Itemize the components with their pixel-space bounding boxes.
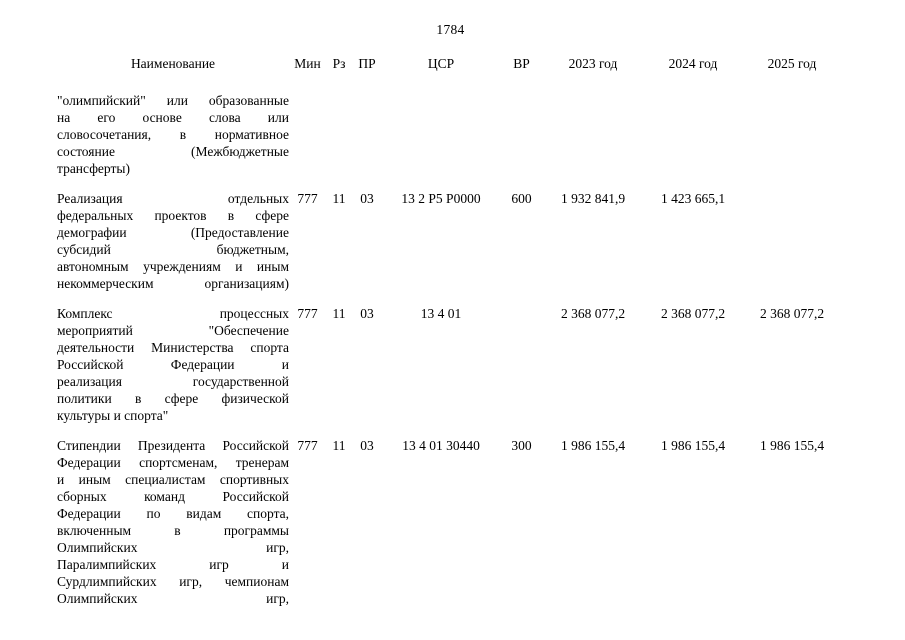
cell-min: 777: [297, 438, 318, 453]
cell-year-2025: [743, 190, 841, 292]
name-text-block: Реализация отдельных федеральных проектов…: [57, 190, 289, 292]
cell-rz: 11: [332, 306, 346, 321]
page-number: 1784: [0, 22, 905, 38]
cell-pr: 03: [360, 191, 374, 206]
name-text-line: Комплекс процессных: [57, 306, 289, 321]
cell-year-2023: 2 368 077,2: [560, 306, 626, 321]
name-text-line: мероприятий "Обеспечение: [57, 323, 289, 338]
cell-name: Комплекс процессных мероприятий "Обеспече…: [57, 305, 289, 424]
column-header-csr: ЦСР: [427, 56, 455, 71]
name-text-block: Стипендии Президента Российской Федерации…: [57, 437, 289, 607]
column-header-name: Наименование: [130, 56, 216, 71]
table-row: Стипендии Президента Российской Федерации…: [57, 437, 841, 607]
name-text-line: сборных команд Российской: [57, 489, 289, 504]
cell-min: [289, 92, 326, 177]
name-text-block: Комплекс процессных мероприятий "Обеспече…: [57, 305, 289, 424]
cell-year-2024: 2 368 077,2: [660, 306, 726, 321]
column-header-min: Мин: [294, 56, 321, 71]
column-header-pr: ПР: [358, 56, 376, 71]
name-text-line: и иным специалистам спортивных: [57, 472, 289, 487]
name-text-line: словосочетания, в нормативное: [57, 127, 289, 142]
document-page: 1784 Наименование Мин Рз ПР ЦСР ВР 2023 …: [0, 0, 905, 640]
cell-vr: 600: [511, 191, 532, 206]
name-text-line: Федерации спортсменам, тренерам: [57, 455, 289, 470]
name-text-line: некоммерческим организациям): [57, 276, 289, 291]
name-text-line: демографии (Предоставление: [57, 225, 289, 240]
cell-rz: 11: [332, 191, 346, 206]
row-spacer: [57, 292, 841, 305]
table-row: Реализация отдельных федеральных проектов…: [57, 190, 841, 292]
cell-year-2024: 1 986 155,4: [660, 438, 726, 453]
name-text-line: Сурдлимпийских игр, чемпионам: [57, 574, 289, 589]
row-spacer-cell: [57, 292, 841, 305]
cell-year-2024: [643, 92, 743, 177]
cell-rz: [326, 92, 352, 177]
name-text-line: Российской Федерации и: [57, 357, 289, 372]
column-header-year-2023: 2023 год: [568, 56, 618, 71]
page-number-value: 1784: [436, 22, 465, 37]
name-text-line: Олимпийских игр,: [57, 540, 289, 555]
cell-vr: 300: [511, 438, 532, 453]
name-text-line: реализация государственной: [57, 374, 289, 389]
name-text-line: Паралимпийских игр и: [57, 557, 289, 572]
cell-name: "олимпийский" или образованные на его осн…: [57, 92, 289, 177]
cell-name: Реализация отдельных федеральных проектов…: [57, 190, 289, 292]
name-text-line: Реализация отдельных: [57, 191, 289, 206]
cell-csr: 13 2 Р5 Р0000: [401, 191, 481, 206]
row-spacer: [57, 177, 841, 190]
column-header-rz: Рз: [332, 56, 346, 71]
row-spacer: [57, 424, 841, 437]
name-text-block: "олимпийский" или образованные на его осн…: [57, 92, 289, 177]
cell-year-2025: 1 986 155,4: [759, 438, 825, 453]
name-text-line: субсидий бюджетным,: [57, 242, 289, 257]
name-text-line: состояние (Межбюджетные: [57, 144, 289, 159]
name-text-line: деятельности Министерства спорта: [57, 340, 289, 355]
cell-pr: 03: [360, 306, 374, 321]
cell-year-2023: 1 986 155,4: [560, 438, 626, 453]
name-text-line: включенным в программы: [57, 523, 289, 538]
cell-year-2023: [543, 92, 643, 177]
table-header-row: Наименование Мин Рз ПР ЦСР ВР 2023 год 2…: [57, 56, 841, 92]
column-header-year-2025: 2025 год: [767, 56, 817, 71]
table-header: Наименование Мин Рз ПР ЦСР ВР 2023 год 2…: [57, 56, 841, 92]
cell-year-2025: 2 368 077,2: [759, 306, 825, 321]
name-text-line: на его основе слова или: [57, 110, 289, 125]
name-text-line: культуры и спорта": [57, 408, 169, 423]
cell-pr: [352, 92, 382, 177]
cell-name: Стипендии Президента Российской Федерации…: [57, 437, 289, 607]
name-text-line: трансферты): [57, 161, 130, 176]
table-row: "олимпийский" или образованные на его осн…: [57, 92, 841, 177]
cell-vr: [500, 305, 543, 424]
cell-vr: [500, 92, 543, 177]
cell-year-2025: [743, 92, 841, 177]
cell-pr: 03: [360, 438, 374, 453]
table-body: "олимпийский" или образованные на его осн…: [57, 92, 841, 607]
cell-csr: [382, 92, 500, 177]
table-row: Комплекс процессных мероприятий "Обеспече…: [57, 305, 841, 424]
name-text-line: Федерации по видам спорта,: [57, 506, 289, 521]
name-text-line: "олимпийский" или образованные: [57, 93, 289, 108]
cell-rz: 11: [332, 438, 346, 453]
column-header-year-2024: 2024 год: [668, 56, 718, 71]
name-text-line: автономным учреждениям и иным: [57, 259, 289, 274]
column-header-vr: ВР: [513, 56, 530, 71]
name-text-line: политики в сфере физической: [57, 391, 289, 406]
row-spacer-cell: [57, 177, 841, 190]
cell-csr: 13 4 01 30440: [402, 438, 480, 453]
budget-table: Наименование Мин Рз ПР ЦСР ВР 2023 год 2…: [57, 56, 841, 607]
name-text-line: Олимпийских игр,: [57, 591, 289, 606]
cell-min: 777: [297, 306, 318, 321]
row-spacer-cell: [57, 424, 841, 437]
cell-year-2023: 1 932 841,9: [560, 191, 626, 206]
name-text-line: федеральных проектов в сфере: [57, 208, 289, 223]
cell-year-2024: 1 423 665,1: [660, 191, 726, 206]
cell-csr: 13 4 01: [420, 306, 462, 321]
cell-min: 777: [297, 191, 318, 206]
name-text-line: Стипендии Президента Российской: [57, 438, 289, 453]
